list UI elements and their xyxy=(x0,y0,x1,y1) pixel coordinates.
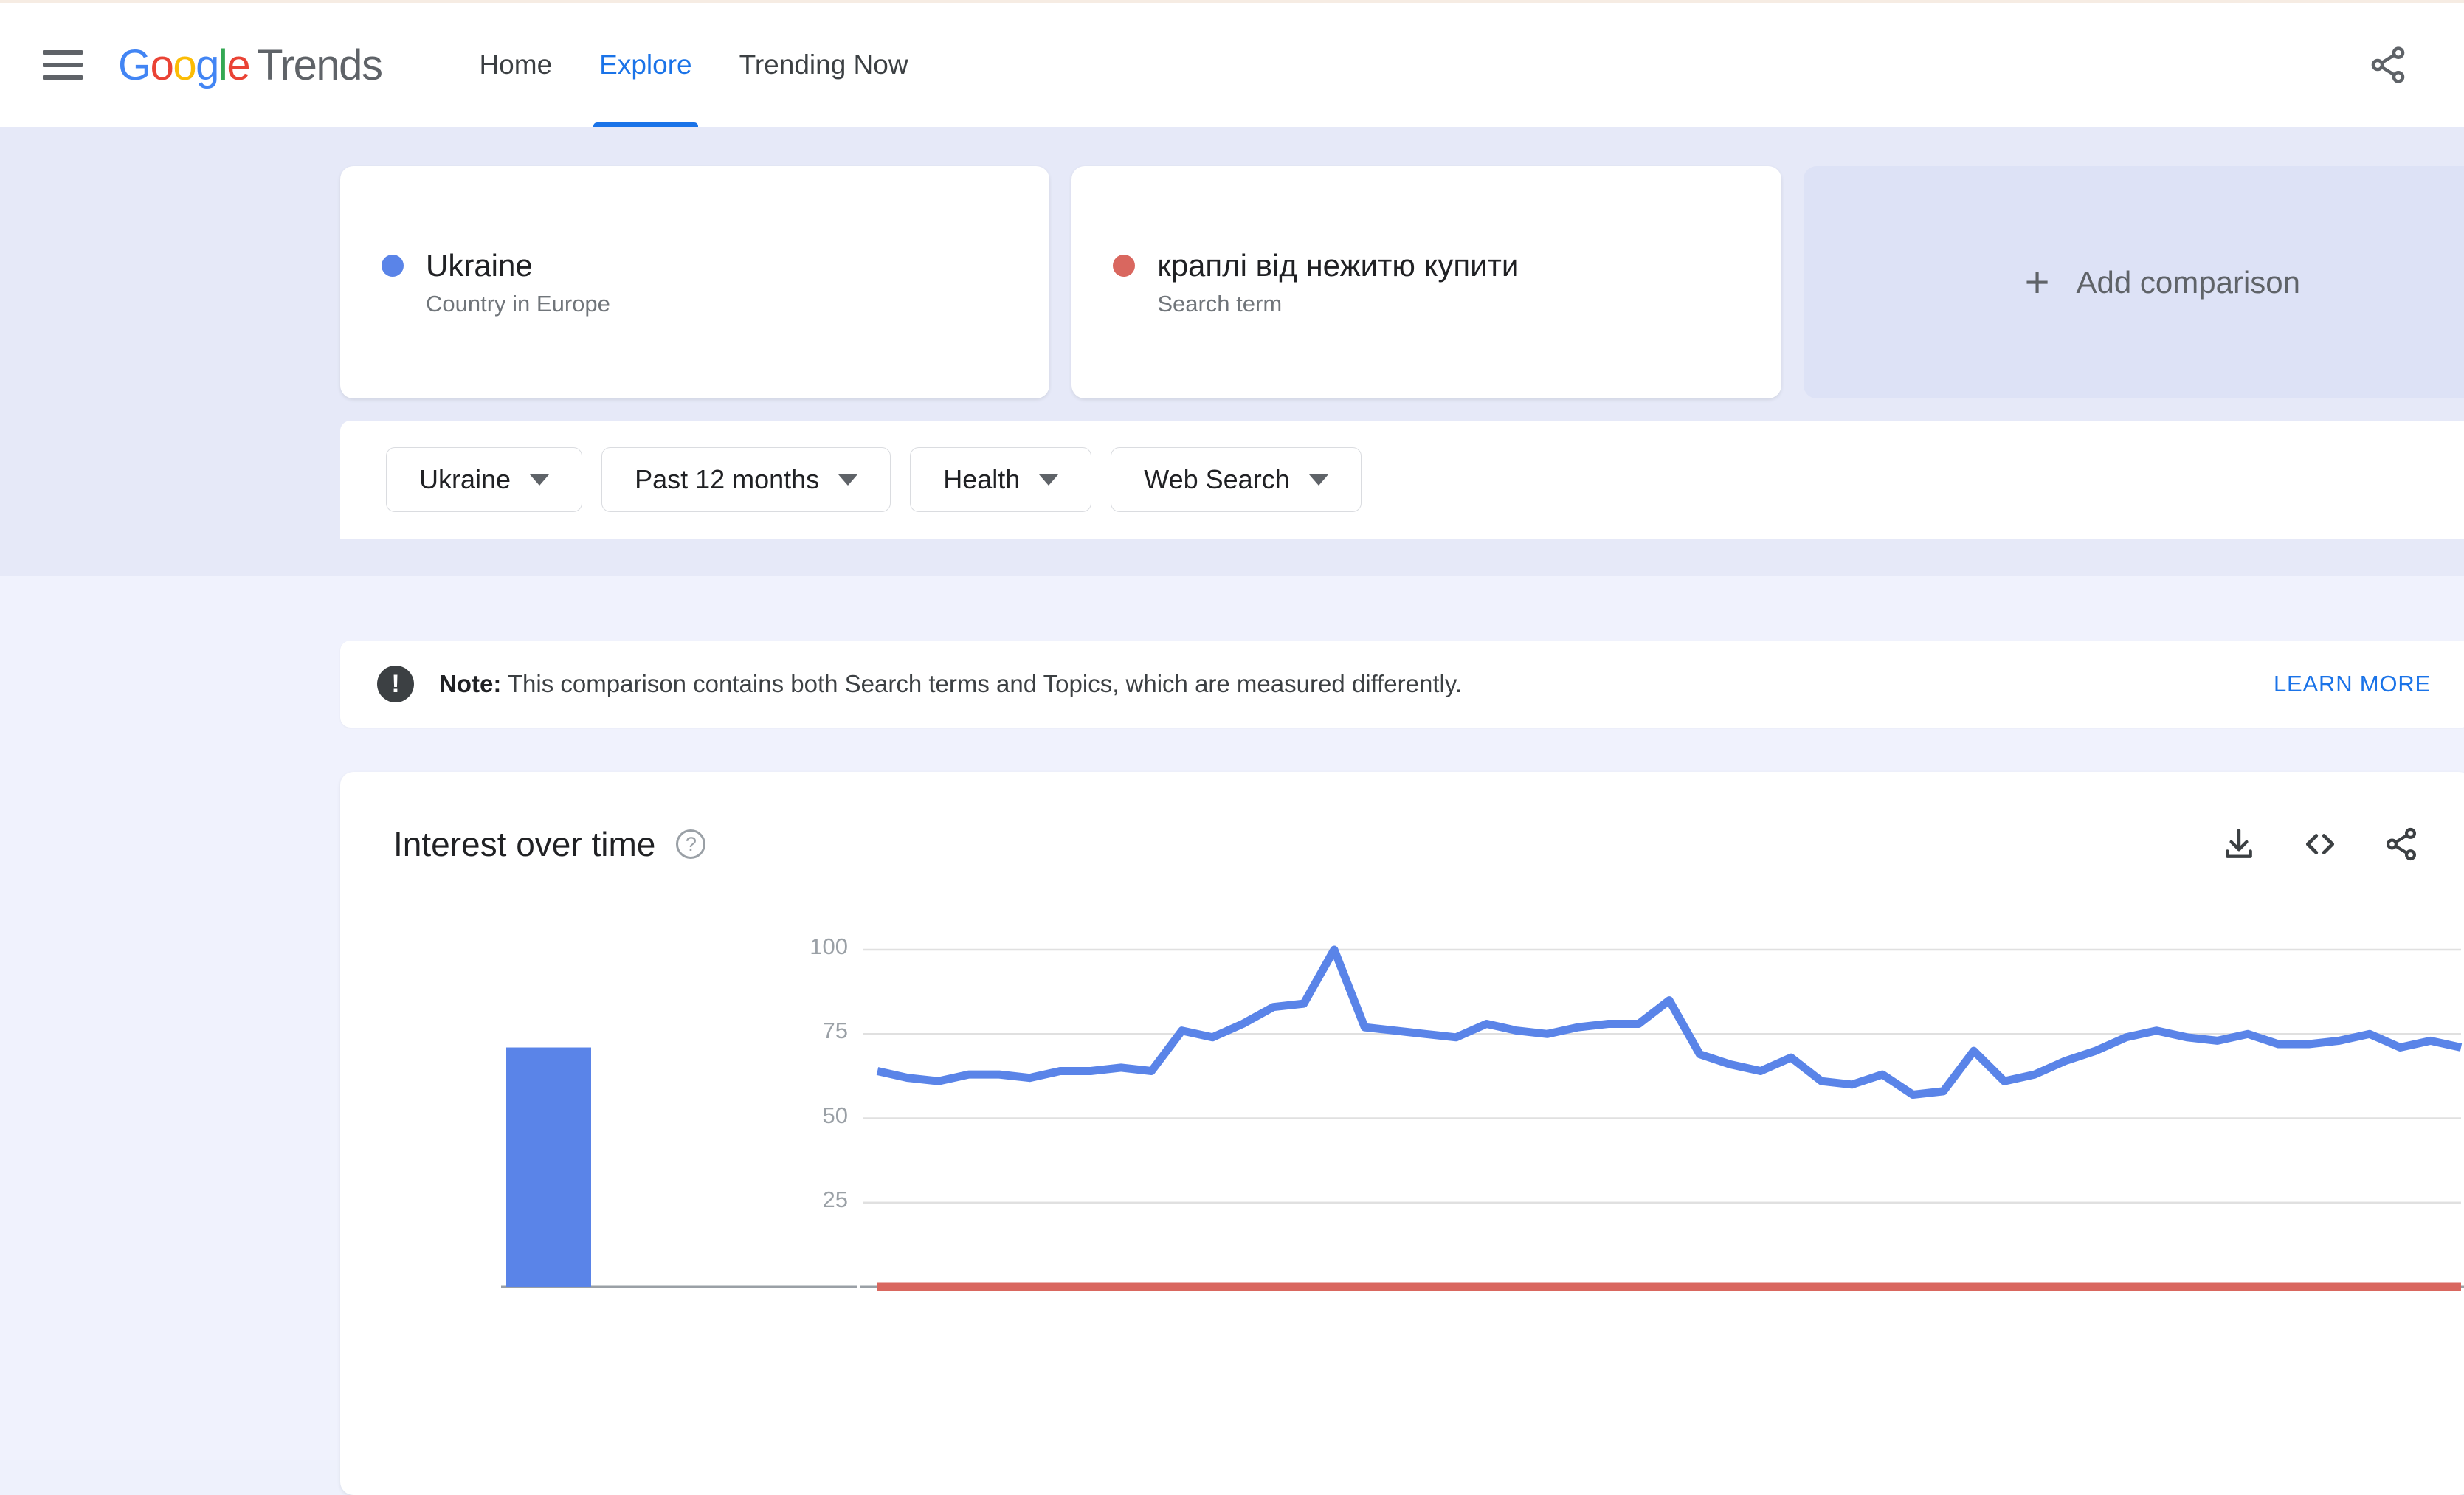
interest-over-time-header: Interest over time ? xyxy=(393,815,2420,874)
chevron-down-icon xyxy=(530,474,550,486)
logo-letter-e: e xyxy=(227,41,250,89)
comparison-card-search-term[interactable]: краплі від нежитю купити Search term xyxy=(1071,166,1781,398)
note-body: This comparison contains both Search ter… xyxy=(501,670,1463,697)
chevron-down-icon xyxy=(838,474,858,486)
series-color-dot-red xyxy=(1113,254,1136,277)
logo-letter-l: l xyxy=(218,41,228,89)
series-color-dot-blue xyxy=(382,254,404,277)
y-axis-tick-label: 75 xyxy=(822,1018,848,1044)
search-type-filter-label: Web Search xyxy=(1144,464,1290,494)
learn-more-link[interactable]: LEARN MORE xyxy=(2274,671,2431,697)
share-icon[interactable] xyxy=(2382,825,2420,863)
page-title: Interest over time xyxy=(393,825,656,863)
embed-icon[interactable] xyxy=(2301,825,2339,863)
app-bar: Google Trends Home Explore Trending Now xyxy=(0,0,2464,128)
logo-letter-g: G xyxy=(118,41,151,89)
search-type-filter[interactable]: Web Search xyxy=(1111,447,1362,512)
hamburger-line xyxy=(43,75,83,80)
logo-letter-g2: g xyxy=(196,41,219,89)
comparison-term-subtitle: Country in Europe xyxy=(426,290,610,317)
time-range-filter-label: Past 12 months xyxy=(635,464,820,494)
comparison-term-title: краплі від нежитю купити xyxy=(1157,247,1519,283)
comparison-card-title-row: Ukraine xyxy=(382,248,1008,283)
download-icon[interactable] xyxy=(2220,825,2258,863)
average-bar xyxy=(506,1047,591,1287)
chevron-down-icon xyxy=(1308,474,1328,486)
add-comparison-button[interactable]: + Add comparison xyxy=(1803,166,2464,398)
note-label: Note: xyxy=(439,670,502,697)
comparison-term-subtitle: Search term xyxy=(1157,290,1283,317)
y-axis-tick-label: 100 xyxy=(810,933,848,959)
comparison-cards: Ukraine Country in Europe краплі від неж… xyxy=(340,166,2464,398)
logo-letter-o1: o xyxy=(150,41,174,89)
chart-series-line xyxy=(876,945,2463,1099)
time-range-filter[interactable]: Past 12 months xyxy=(601,447,891,512)
google-trends-logo[interactable]: Google Trends xyxy=(118,41,383,90)
y-axis-tick-label: 50 xyxy=(822,1102,848,1128)
nav-item-explore[interactable]: Explore xyxy=(576,1,715,128)
hamburger-line xyxy=(43,50,83,55)
category-filter[interactable]: Health xyxy=(910,447,1092,512)
chart-svg xyxy=(501,945,2464,1291)
logo-word-trends: Trends xyxy=(257,41,383,89)
note-banner: ! Note: This comparison contains both Se… xyxy=(340,641,2464,728)
category-filter-label: Health xyxy=(943,464,1021,494)
comparison-term-title: Ukraine xyxy=(426,247,533,283)
chevron-down-icon xyxy=(1039,474,1059,486)
comparison-card-ukraine[interactable]: Ukraine Country in Europe xyxy=(340,166,1050,398)
nav-item-trending-now[interactable]: Trending Now xyxy=(716,1,932,128)
interest-over-time-chart[interactable]: Average 255075100 Nov 12, 2023Mar 24, 20… xyxy=(340,919,2464,1495)
add-comparison-label: Add comparison xyxy=(2076,264,2301,300)
main-nav: Home Explore Trending Now xyxy=(455,1,931,128)
interest-over-time-card: Interest over time ? 25 50 75 100 xyxy=(340,772,2464,1495)
help-icon[interactable]: ? xyxy=(676,829,706,859)
filters-bar: Ukraine Past 12 months Health Web Search xyxy=(340,421,2464,539)
logo-letter-o2: o xyxy=(173,41,196,89)
note-text: Note: This comparison contains both Sear… xyxy=(439,670,1462,698)
share-icon[interactable] xyxy=(2365,42,2411,88)
exclamation-icon: ! xyxy=(377,666,414,702)
chart-actions xyxy=(2220,825,2420,863)
hamburger-line xyxy=(43,63,83,67)
nav-item-home[interactable]: Home xyxy=(455,1,576,128)
location-filter[interactable]: Ukraine xyxy=(386,447,583,512)
location-filter-label: Ukraine xyxy=(419,464,511,494)
plus-icon: + xyxy=(2024,258,2050,306)
y-axis-tick-label: 25 xyxy=(822,1186,848,1212)
hamburger-icon[interactable] xyxy=(43,50,83,80)
comparison-card-title-row: краплі від нежитю купити xyxy=(1113,248,1739,283)
